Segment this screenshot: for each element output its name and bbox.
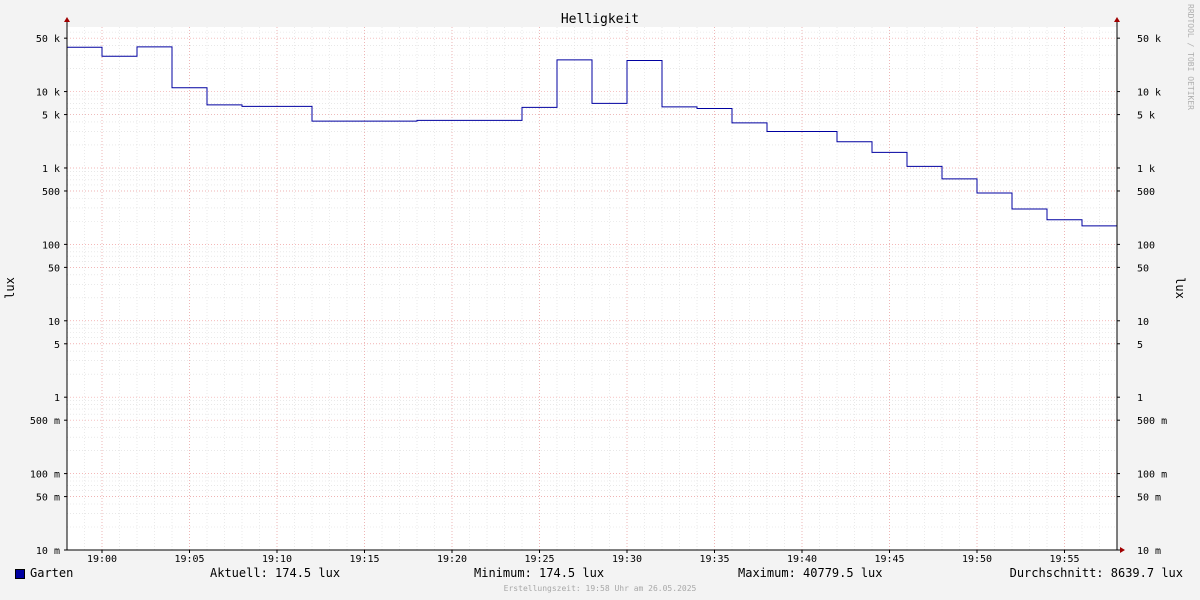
y-axis-label-left: lux	[3, 277, 17, 299]
y-tick-label-right: 5 k	[1137, 111, 1155, 122]
y-tick-label-left: 50 m	[36, 493, 60, 504]
y-tick-label-left: 10 m	[36, 546, 60, 557]
y-tick-label-left: 5 k	[42, 111, 60, 122]
x-tick-label: 19:55	[1049, 554, 1079, 565]
y-tick-label-right: 100	[1137, 240, 1155, 251]
x-axis-arrow	[1120, 547, 1125, 553]
legend: Garten Aktuell: 174.5 lux Minimum: 174.5…	[0, 566, 1200, 584]
y-axis-arrow-right	[1114, 17, 1120, 22]
legend-swatch	[15, 569, 25, 579]
y-tick-label-right: 1 k	[1137, 164, 1155, 175]
x-tick-label: 19:00	[87, 554, 117, 565]
x-tick-label: 19:40	[787, 554, 817, 565]
chart-title: Helligkeit	[561, 12, 639, 27]
y-tick-label-left: 1 k	[42, 164, 60, 175]
y-tick-label-left: 100	[42, 240, 60, 251]
y-tick-label-left: 50	[48, 263, 60, 274]
y-tick-label-right: 10	[1137, 317, 1149, 328]
y-tick-label-right: 500 m	[1137, 416, 1167, 427]
y-tick-label-right: 5	[1137, 340, 1143, 351]
x-tick-label: 19:10	[262, 554, 292, 565]
legend-maximum: Maximum: 40779.5 lux	[738, 566, 883, 580]
grid	[66, 27, 1118, 551]
y-tick-label-left: 100 m	[30, 470, 60, 481]
y-tick-label-right: 50 k	[1137, 34, 1161, 45]
x-tick-label: 19:50	[962, 554, 992, 565]
legend-series-name: Garten	[30, 566, 74, 580]
x-tick-label: 19:25	[524, 554, 554, 565]
y-tick-label-right: 10 m	[1137, 546, 1161, 557]
y-tick-label-right: 100 m	[1137, 470, 1167, 481]
y-tick-label-left: 500	[42, 187, 60, 198]
y-axis-arrow-left	[64, 17, 70, 22]
x-tick-label: 19:15	[349, 554, 379, 565]
x-tick-label: 19:30	[612, 554, 642, 565]
y-tick-label-right: 50	[1137, 263, 1149, 274]
watermark: RRDTOOL / TOBI OETIKER	[1186, 4, 1195, 110]
x-tick-label: 19:05	[174, 554, 204, 565]
footer-timestamp: Erstellungszeit: 19:58 Uhr am 26.05.2025	[503, 584, 697, 593]
y-tick-label-right: 50 m	[1137, 493, 1161, 504]
x-tick-label: 19:45	[874, 554, 904, 565]
y-tick-label-left: 5	[54, 340, 60, 351]
y-tick-label-right: 10 k	[1137, 88, 1161, 99]
y-tick-label-left: 10 k	[36, 88, 60, 99]
y-axis-label-right: lux	[1173, 277, 1187, 299]
legend-average: Durchschnitt: 8639.7 lux	[1009, 566, 1183, 580]
x-tick-label: 19:35	[699, 554, 729, 565]
y-tick-label-left: 1	[54, 393, 60, 404]
y-tick-label-left: 50 k	[36, 34, 60, 45]
chart: 50 k 50 k 10 k 10 k 5 k 5 k 1 k 1 k 500 500 100 100…	[3, 4, 1195, 565]
x-tick-label: 19:20	[437, 554, 467, 565]
y-tick-label-right: 1	[1137, 393, 1143, 404]
legend-minimum: Minimum: 174.5 lux	[474, 566, 605, 580]
legend-current: Aktuell: 174.5 lux	[210, 566, 341, 580]
y-tick-label-left: 500 m	[30, 416, 60, 427]
y-tick-label-right: 500	[1137, 187, 1155, 198]
y-tick-label-left: 10	[48, 317, 60, 328]
